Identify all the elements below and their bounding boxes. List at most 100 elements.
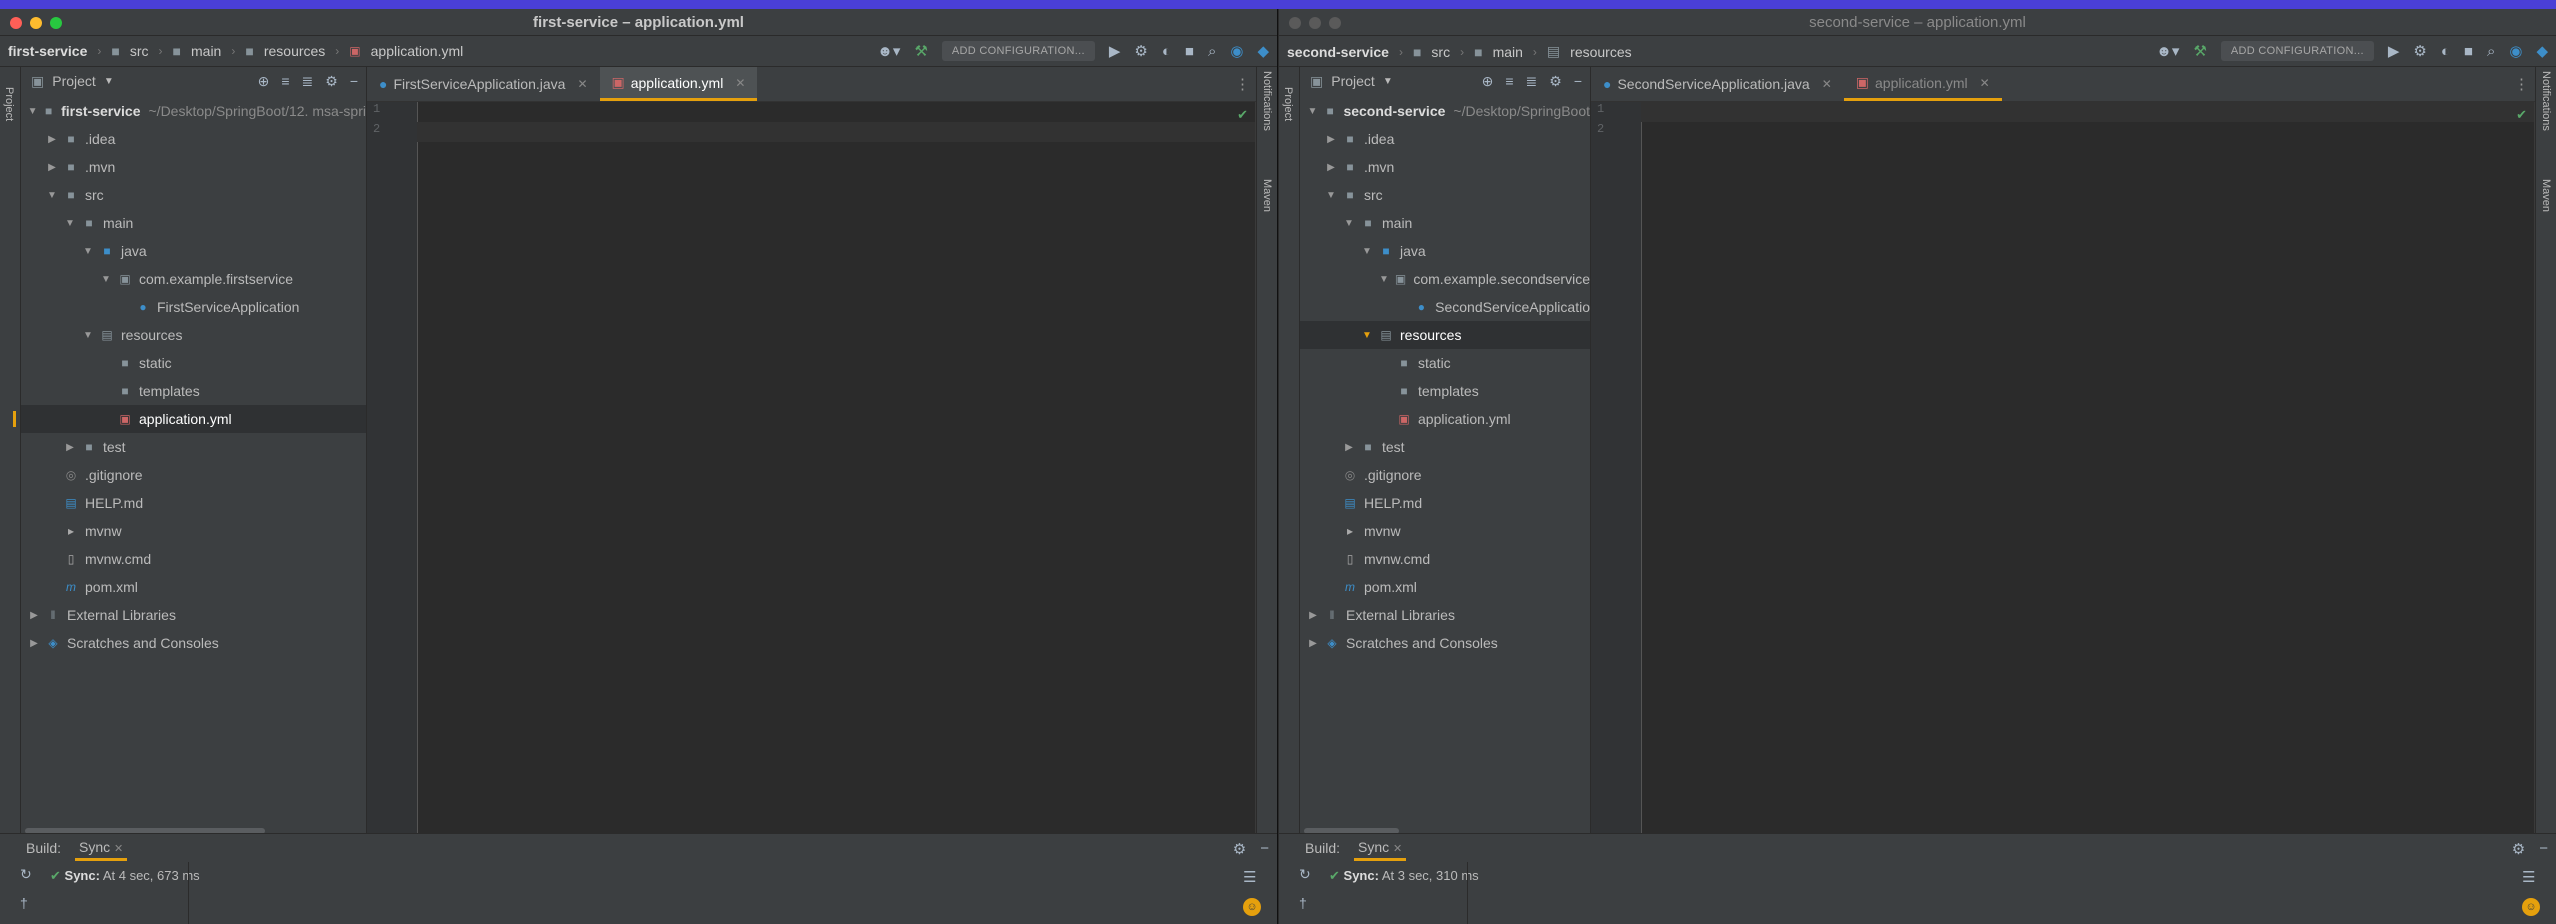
tab-application-yml[interactable]: ▣ application.yml ✕ bbox=[1843, 67, 2002, 101]
plugin-icon[interactable]: ◆ bbox=[2536, 42, 2548, 60]
soft-wrap-icon[interactable]: ☰ bbox=[2522, 868, 2540, 886]
plugin-icon[interactable]: ◆ bbox=[1257, 42, 1269, 60]
collapse-all-icon[interactable]: ≣ bbox=[302, 73, 314, 90]
tree-item-package[interactable]: ▼ ▣ com.example.firstservice bbox=[21, 265, 366, 293]
maven-tool-button[interactable]: Maven bbox=[1261, 179, 1273, 212]
tab-sync[interactable]: Sync ✕ bbox=[75, 835, 128, 861]
chevron-right-icon[interactable]: ▶ bbox=[1324, 134, 1338, 145]
soft-wrap-icon[interactable]: ☰ bbox=[1243, 868, 1261, 886]
sync-status-row[interactable]: ✔ Sync: At 3 sec, 310 ms bbox=[1329, 868, 1479, 884]
tree-item-mvnw[interactable]: ▸ mvnw bbox=[1300, 517, 1590, 545]
add-configuration-button[interactable]: ADD CONFIGURATION... bbox=[2220, 41, 2374, 61]
user-icon[interactable]: ☻▾ bbox=[877, 42, 900, 60]
pin-icon[interactable]: † bbox=[20, 895, 32, 911]
tab-second-service-application[interactable]: ● SecondServiceApplication.java ✕ bbox=[1591, 67, 1844, 101]
refresh-icon[interactable]: ↻ bbox=[20, 866, 32, 883]
tree-item-src[interactable]: ▼ ■ src bbox=[21, 181, 366, 209]
collapse-all-icon[interactable]: ≣ bbox=[1526, 73, 1538, 90]
hide-icon[interactable]: − bbox=[1574, 73, 1582, 90]
crumb-src[interactable]: src bbox=[130, 43, 149, 59]
tree-item-mvnw[interactable]: ▸ mvnw bbox=[21, 517, 366, 545]
tree-item-project-root[interactable]: ▼ ■ first-service ~/Desktop/SpringBoot/1… bbox=[21, 97, 366, 125]
debug-icon[interactable]: ⚙ bbox=[2413, 42, 2426, 60]
chevron-right-icon[interactable]: ▶ bbox=[1306, 610, 1320, 621]
notifications-tool-button[interactable]: Notifications bbox=[1261, 71, 1273, 131]
chevron-right-icon[interactable]: ▶ bbox=[63, 442, 77, 453]
tree-item-mvn[interactable]: ▶ ■ .mvn bbox=[1300, 153, 1590, 181]
tree-item-static[interactable]: ■ static bbox=[21, 349, 366, 377]
feedback-emoji-icon[interactable]: ☺ bbox=[1243, 898, 1261, 916]
stop-icon[interactable]: ■ bbox=[2464, 43, 2473, 60]
close-icon[interactable]: ✕ bbox=[1822, 77, 1832, 91]
tree-item-external-libraries[interactable]: ▶ ‖ External Libraries bbox=[1300, 601, 1590, 629]
gear-icon[interactable]: ⚙ bbox=[1233, 840, 1246, 858]
build-hammer-icon[interactable]: ⚒ bbox=[2193, 42, 2206, 60]
chevron-down-icon[interactable]: ▼ bbox=[1360, 246, 1374, 257]
locate-icon[interactable]: ⊕ bbox=[1482, 73, 1494, 90]
close-icon[interactable]: ✕ bbox=[1980, 76, 1990, 90]
notifications-tool-button[interactable]: Notifications bbox=[2540, 71, 2552, 131]
tree-item-mvn[interactable]: ▶ ■ .mvn bbox=[21, 153, 366, 181]
expand-all-icon[interactable]: ≡ bbox=[1505, 73, 1513, 90]
chevron-right-icon[interactable]: ▶ bbox=[45, 162, 59, 173]
chevron-down-icon[interactable]: ▼ bbox=[1342, 218, 1356, 229]
expand-all-icon[interactable]: ≡ bbox=[281, 73, 289, 90]
tree-item-test[interactable]: ▶ ■ test bbox=[1300, 433, 1590, 461]
hide-icon[interactable]: − bbox=[2539, 840, 2548, 858]
tree-item-project-root[interactable]: ▼ ■ second-service ~/Desktop/SpringBoot bbox=[1300, 97, 1590, 125]
debug-icon[interactable]: ⚙ bbox=[1134, 42, 1147, 60]
chevron-down-icon[interactable]: ▼ bbox=[104, 76, 114, 87]
crumb-file[interactable]: application.yml bbox=[371, 43, 464, 59]
chevron-down-icon[interactable]: ▼ bbox=[1306, 106, 1319, 117]
tree-item-resources[interactable]: ▼ ▤ resources bbox=[21, 321, 366, 349]
tree-item-mvnw-cmd[interactable]: ▯ mvnw.cmd bbox=[21, 545, 366, 573]
tree-item-external-libraries[interactable]: ▶ ‖ External Libraries bbox=[21, 601, 366, 629]
tree-item-static[interactable]: ■ static bbox=[1300, 349, 1590, 377]
tree-item-package[interactable]: ▼ ▣ com.example.secondservice bbox=[1300, 265, 1590, 293]
chevron-down-icon[interactable]: ▼ bbox=[81, 246, 95, 257]
user-icon[interactable]: ☻▾ bbox=[2156, 42, 2179, 60]
chevron-down-icon[interactable]: ▼ bbox=[1383, 76, 1393, 87]
project-view-selector[interactable]: Project bbox=[1331, 73, 1375, 89]
crumb-resources[interactable]: resources bbox=[264, 43, 325, 59]
tab-first-service-application[interactable]: ● FirstServiceApplication.java ✕ bbox=[367, 67, 600, 101]
update-icon[interactable]: ◉ bbox=[2509, 42, 2522, 60]
tree-item-idea[interactable]: ▶ ■ .idea bbox=[1300, 125, 1590, 153]
locate-icon[interactable]: ⊕ bbox=[258, 73, 270, 90]
current-line-highlight[interactable] bbox=[1641, 102, 2535, 122]
crumb-resources[interactable]: resources bbox=[1570, 44, 1631, 60]
tree-item-main-class[interactable]: ● SecondServiceApplicatio bbox=[1300, 293, 1590, 321]
inspection-ok-icon[interactable]: ✔ bbox=[2516, 107, 2527, 123]
pin-icon[interactable]: † bbox=[1299, 895, 1311, 911]
feedback-emoji-icon[interactable]: ☺ bbox=[2522, 898, 2540, 916]
run-icon[interactable]: ▶ bbox=[2388, 42, 2400, 60]
project-tool-button[interactable]: Project bbox=[3, 87, 15, 121]
chevron-right-icon[interactable]: ▶ bbox=[27, 610, 41, 621]
chevron-down-icon[interactable]: ▼ bbox=[1378, 274, 1390, 285]
chevron-right-icon[interactable]: ▶ bbox=[45, 134, 59, 145]
tree-item-gitignore[interactable]: ◎ .gitignore bbox=[21, 461, 366, 489]
close-icon[interactable]: ✕ bbox=[1393, 843, 1402, 855]
tree-item-idea[interactable]: ▶ ■ .idea bbox=[21, 125, 366, 153]
maven-tool-button[interactable]: Maven bbox=[2540, 179, 2552, 212]
project-view-selector[interactable]: Project bbox=[52, 73, 96, 89]
chevron-down-icon[interactable]: ▼ bbox=[81, 330, 95, 341]
tree-item-java[interactable]: ▼ ■ java bbox=[1300, 237, 1590, 265]
crumb-src[interactable]: src bbox=[1431, 44, 1450, 60]
current-line-highlight[interactable] bbox=[417, 122, 1256, 142]
hide-icon[interactable]: − bbox=[1260, 840, 1269, 858]
more-tabs-icon[interactable]: ⋮ bbox=[2514, 75, 2529, 93]
gear-icon[interactable]: ⚙ bbox=[2512, 840, 2525, 858]
chevron-right-icon[interactable]: ▶ bbox=[1342, 442, 1356, 453]
tree-item-pom-xml[interactable]: m pom.xml bbox=[21, 573, 366, 601]
coverage-icon[interactable]: ◐ bbox=[2441, 43, 2450, 60]
tree-item-pom-xml[interactable]: m pom.xml bbox=[1300, 573, 1590, 601]
project-tool-button[interactable]: Project bbox=[1282, 87, 1294, 121]
add-configuration-button[interactable]: ADD CONFIGURATION... bbox=[941, 41, 1095, 61]
crumb-project[interactable]: second-service bbox=[1287, 44, 1389, 60]
tree-item-help-md[interactable]: ▤ HELP.md bbox=[21, 489, 366, 517]
chevron-down-icon[interactable]: ▼ bbox=[1360, 330, 1374, 341]
tree-item-application-yml[interactable]: ▣ application.yml bbox=[13, 405, 366, 433]
crumb-main[interactable]: main bbox=[191, 43, 221, 59]
chevron-down-icon[interactable]: ▼ bbox=[99, 274, 113, 285]
